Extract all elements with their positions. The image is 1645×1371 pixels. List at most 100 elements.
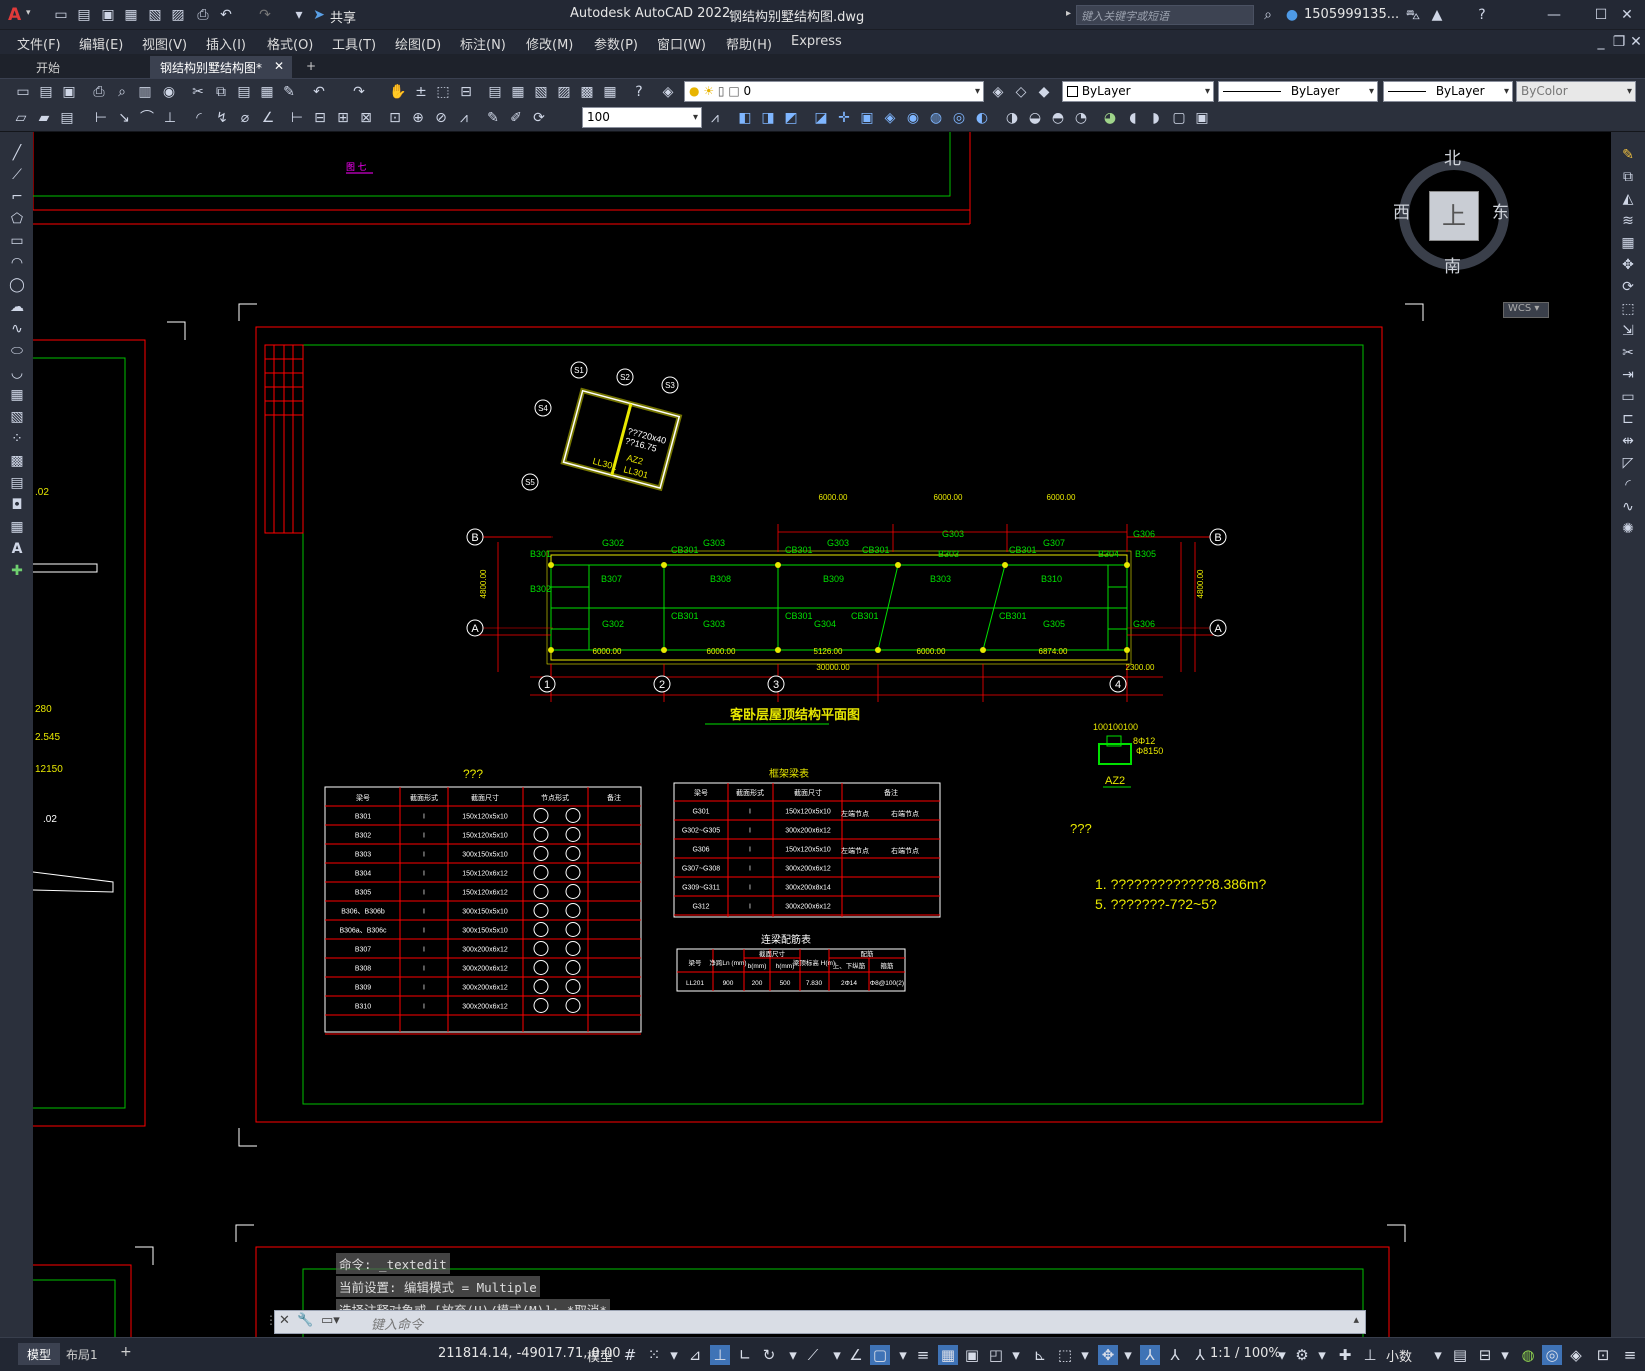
- linear-dim-icon[interactable]: ⊢: [92, 109, 110, 127]
- annotation-scale-value[interactable]: 1:1 / 100%: [1210, 1346, 1281, 1361]
- annotation-monitor-icon[interactable]: ✚: [1335, 1345, 1355, 1365]
- properties-icon[interactable]: ▤: [486, 83, 504, 101]
- workspace-icon[interactable]: ⚙: [1292, 1345, 1312, 1365]
- redo-icon[interactable]: ↷: [350, 83, 368, 101]
- lineweight-icon[interactable]: ≡: [913, 1345, 933, 1365]
- doc-minimize-icon[interactable]: _: [1592, 33, 1610, 51]
- dynamic-ucs-icon[interactable]: ⊾: [1030, 1345, 1050, 1365]
- zoom-realtime-icon[interactable]: ±: [412, 83, 430, 101]
- selection-cycling-icon[interactable]: ▣: [962, 1345, 982, 1365]
- layer-dropdown[interactable]: ● ☀ ▯ □ 0 ▾: [684, 81, 984, 102]
- linetype-dropdown[interactable]: ByLayer ▾: [1218, 81, 1378, 102]
- quick-properties-icon[interactable]: ▤: [1450, 1345, 1470, 1365]
- workspace-menu-icon[interactable]: ▾: [1312, 1345, 1332, 1365]
- ucs-8-icon[interactable]: ◐: [973, 109, 991, 127]
- annotation-scale-icon[interactable]: ⅄: [1190, 1345, 1210, 1365]
- user-name[interactable]: 1505999135...: [1304, 7, 1399, 22]
- viewcube-east[interactable]: 东: [1492, 198, 1509, 223]
- markup-icon[interactable]: ▩: [578, 83, 596, 101]
- menu-express[interactable]: Express: [791, 34, 842, 49]
- gizmo-menu-icon[interactable]: ▾: [1118, 1345, 1138, 1365]
- dim-override-icon[interactable]: ⩘: [706, 109, 724, 127]
- plot-icon[interactable]: ⎙: [90, 83, 108, 101]
- break-icon[interactable]: ⊏: [1618, 410, 1638, 428]
- rotate-icon[interactable]: ⟳: [1618, 278, 1638, 296]
- recent-commands-icon[interactable]: ▭▾: [321, 1313, 340, 1328]
- command-input[interactable]: 键入命令: [371, 1314, 423, 1333]
- publish-icon[interactable]: ▥: [136, 83, 154, 101]
- customize-qat-icon[interactable]: ▾: [290, 6, 308, 24]
- dynamic-input-icon[interactable]: ⊥: [710, 1345, 730, 1365]
- menu-file[interactable]: 文件(F): [17, 34, 61, 53]
- inspect-icon[interactable]: ⊘: [432, 109, 450, 127]
- scale-icon[interactable]: ⬚: [1618, 300, 1638, 318]
- polyline-icon[interactable]: ⌐: [7, 188, 27, 206]
- model-space[interactable]: 图 七 .02 280 2.545 12150 .02 B A B A 1 2 …: [32, 132, 1611, 1337]
- scale-dropdown[interactable]: 100 ▾: [582, 107, 702, 128]
- open-folder-icon[interactable]: ▤: [75, 6, 93, 24]
- minimize-icon[interactable]: —: [1545, 6, 1563, 24]
- save-web-icon[interactable]: ▨: [169, 6, 187, 24]
- command-line[interactable]: ⋮ ✕ 🔧 ▭▾ 键入命令 ▴: [265, 1310, 1366, 1334]
- tab-start[interactable]: 开始: [26, 56, 146, 78]
- hatch-icon[interactable]: ▩: [7, 452, 27, 470]
- transparency-icon[interactable]: ▦: [938, 1345, 958, 1365]
- angular-icon[interactable]: ∠: [259, 109, 277, 127]
- array-icon[interactable]: ▦: [1618, 234, 1638, 252]
- arc-length-icon[interactable]: ⌒: [138, 109, 156, 127]
- help-icon[interactable]: ?: [630, 83, 648, 101]
- solid-4-icon[interactable]: ◔: [1072, 109, 1090, 127]
- isodraft-menu-icon[interactable]: ▾: [827, 1345, 847, 1365]
- new-file-icon[interactable]: ▭: [52, 6, 70, 24]
- grid-icon[interactable]: #: [620, 1345, 640, 1365]
- add-layout-icon[interactable]: +: [120, 1344, 132, 1360]
- stretch-icon[interactable]: ⇲: [1618, 322, 1638, 340]
- diameter-icon[interactable]: ⌀: [236, 109, 254, 127]
- layer-previous-icon[interactable]: ◇: [1012, 83, 1030, 101]
- view-icon[interactable]: ◧: [736, 109, 754, 127]
- share-label[interactable]: 共享: [330, 7, 356, 26]
- viewcube-south[interactable]: 南: [1444, 252, 1461, 277]
- layer-properties-icon[interactable]: ◈: [659, 83, 677, 101]
- object-snap-tracking-icon[interactable]: ∠: [846, 1345, 866, 1365]
- mirror-icon[interactable]: ◭: [1618, 190, 1638, 208]
- tab-close-icon[interactable]: ✕: [274, 59, 284, 73]
- open-web-icon[interactable]: ▧: [146, 6, 164, 24]
- point-icon[interactable]: ⁘: [7, 430, 27, 448]
- copy-icon[interactable]: ⧉: [212, 83, 230, 101]
- insert-block-icon[interactable]: ▦: [7, 386, 27, 404]
- lock-ui-menu-icon[interactable]: ▾: [1495, 1345, 1515, 1365]
- solid-2-icon[interactable]: ◒: [1026, 109, 1044, 127]
- table-icon[interactable]: ▦: [7, 518, 27, 536]
- line-icon[interactable]: ╱: [7, 144, 27, 162]
- grip-icon[interactable]: ⋮: [265, 1313, 277, 1327]
- insert-3-icon[interactable]: ◗: [1147, 109, 1165, 127]
- circle-icon[interactable]: ◯: [7, 276, 27, 294]
- ucs-2-icon[interactable]: ✛: [835, 109, 853, 127]
- revcloud-icon[interactable]: ☁: [7, 298, 27, 316]
- open-icon[interactable]: ▤: [37, 83, 55, 101]
- close-icon[interactable]: ✕: [1618, 6, 1636, 24]
- customization-icon[interactable]: ≡: [1620, 1345, 1640, 1365]
- ucs-5-icon[interactable]: ◉: [904, 109, 922, 127]
- insert-1-icon[interactable]: ◕: [1101, 109, 1119, 127]
- paste-icon[interactable]: ▤: [235, 83, 253, 101]
- cut-icon[interactable]: ✂: [189, 83, 207, 101]
- blend-icon[interactable]: ∿: [1618, 498, 1638, 516]
- viewcube-north[interactable]: 北: [1444, 144, 1461, 169]
- radius-icon[interactable]: ◜: [190, 109, 208, 127]
- rectangle-icon[interactable]: ▭: [7, 232, 27, 250]
- menu-insert[interactable]: 插入(I): [206, 34, 246, 53]
- user-icon[interactable]: ●: [1283, 6, 1301, 24]
- polygon-icon[interactable]: ⬠: [7, 210, 27, 228]
- autodesk-app-icon[interactable]: ▲: [1428, 6, 1446, 24]
- search-expand-icon[interactable]: ▸: [1066, 8, 1071, 19]
- match-prop-icon[interactable]: ▦: [258, 83, 276, 101]
- view-2-icon[interactable]: ◨: [759, 109, 777, 127]
- ordinate-icon[interactable]: ⊥: [161, 109, 179, 127]
- zoom-window-icon[interactable]: ⬚: [434, 83, 452, 101]
- 3d-osnap-menu-icon[interactable]: ▾: [1006, 1345, 1026, 1365]
- menu-parametric[interactable]: 参数(P): [594, 34, 638, 53]
- lock-ui-icon[interactable]: ⊟: [1475, 1345, 1495, 1365]
- spline-icon[interactable]: ∿: [7, 320, 27, 338]
